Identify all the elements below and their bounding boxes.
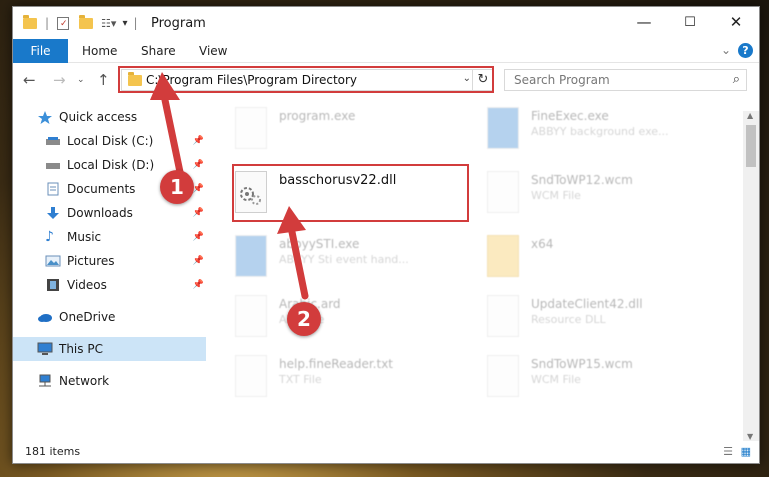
- annotation-arrows: [150, 72, 309, 300]
- step-marker-1: 1: [160, 170, 194, 204]
- arrow-2-shaft: [288, 228, 309, 300]
- arrow-2-head: [277, 206, 306, 234]
- arrow-1-shaft: [161, 96, 184, 176]
- step-marker-2: 2: [287, 302, 321, 336]
- arrow-1-head: [150, 72, 180, 100]
